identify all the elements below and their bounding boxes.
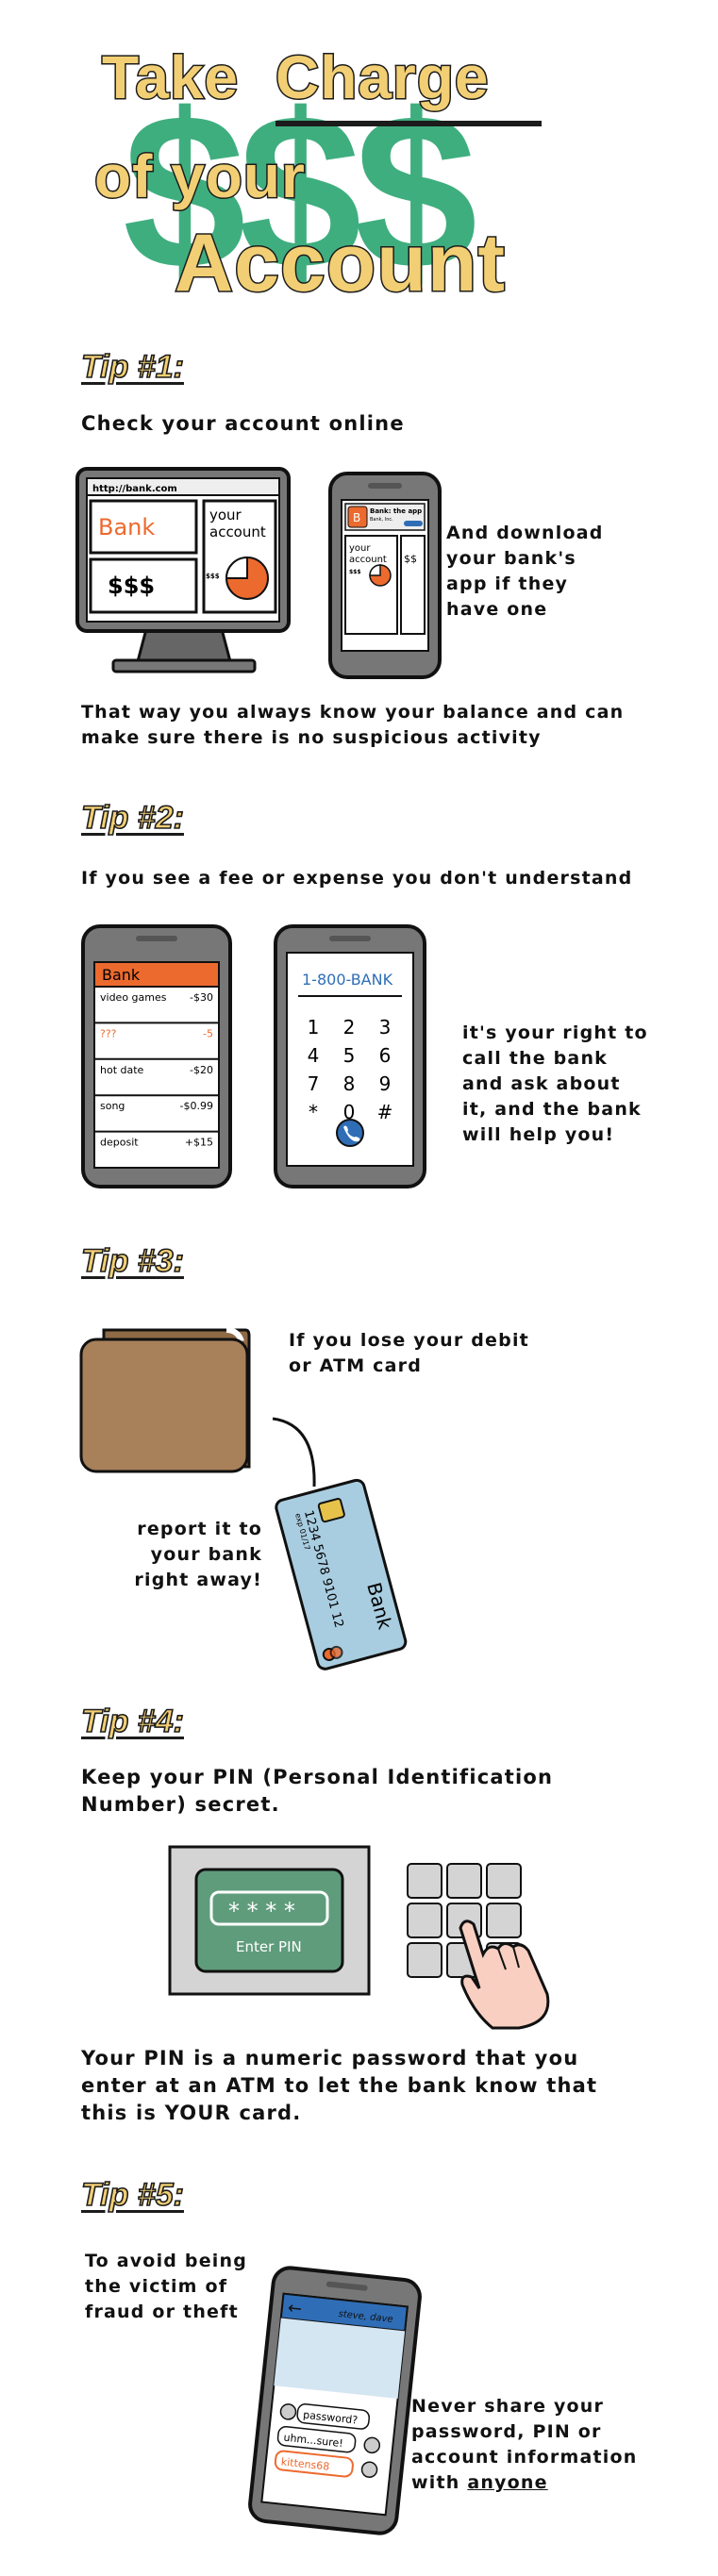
tip5-warning: Never share your password, PIN or accoun… xyxy=(411,2396,638,2493)
transaction-name: song xyxy=(100,1100,125,1112)
tip4-outro: Your PIN is a numeric password that you … xyxy=(81,2047,598,2124)
tip2-side-note: it's your right to call the bank and ask… xyxy=(462,1022,648,1145)
keypad-hand-illustration xyxy=(407,1863,550,2030)
app-icon-letter: B xyxy=(353,511,360,524)
title-charge: Charge xyxy=(275,42,490,113)
chat-phone-illustration: ← steve, dave password? uhm...sure! kitt… xyxy=(248,2266,422,2535)
tip2-intro: If you see a fee or expense you don't un… xyxy=(81,868,633,889)
transaction-amount: +$15 xyxy=(185,1137,213,1149)
emphasis-anyone: anyone xyxy=(467,2472,548,2493)
pin-label: Enter PIN xyxy=(236,1938,302,1955)
call-button xyxy=(336,1119,364,1147)
keypad-key[interactable]: 4 xyxy=(308,1044,320,1067)
app-title: Bank: the app xyxy=(370,507,422,515)
desktop-url: http://bank.com xyxy=(92,484,177,494)
title-account: Account xyxy=(174,217,507,310)
transaction-name: deposit xyxy=(100,1137,139,1149)
tip1-intro: Check your account online xyxy=(81,412,405,435)
back-arrow-icon: ← xyxy=(287,2298,303,2318)
transaction-name: video games xyxy=(100,991,167,1004)
keypad-key[interactable]: 8 xyxy=(343,1072,356,1095)
bank-card-illustration: 1234 5678 9101 12 exp 01/17 Bank xyxy=(275,1478,408,1670)
transaction-amount: -$0.99 xyxy=(180,1100,213,1112)
tip2-heading: Tip #2: xyxy=(80,799,185,837)
transactions-title: Bank xyxy=(102,966,141,984)
keypad-key[interactable]: 1 xyxy=(308,1016,320,1039)
desktop-panel-label-2: account xyxy=(209,524,266,540)
phone-transactions-illustration: Bank video games -$30??? -5 hot date -$20 son… xyxy=(81,924,232,1188)
tip3-report: report it to your bank right away! xyxy=(134,1519,262,1590)
pin-mask: * * * * xyxy=(228,1898,295,1924)
title-take: Take xyxy=(100,42,240,113)
transaction-name: hot date xyxy=(100,1064,144,1076)
desktop-balance: $$$ xyxy=(108,573,155,599)
svg-text:$$$: $$$ xyxy=(349,569,361,575)
wallet-illustration xyxy=(79,1327,251,1473)
tip5-heading: Tip #5: xyxy=(80,2176,185,2214)
tip1-heading: Tip #1: xyxy=(80,348,185,386)
title-underline xyxy=(276,121,542,126)
dialer-number: 1-800-BANK xyxy=(302,971,393,989)
tip3-heading: Tip #3: xyxy=(80,1242,185,1280)
phone-app-illustration: B Bank: the app Bank, Inc. your account … xyxy=(328,472,442,679)
keypad-key[interactable]: 9 xyxy=(379,1072,392,1095)
desktop-illustration: http://bank.com Bank your account $$$ $$… xyxy=(75,467,291,673)
keypad-key[interactable]: 2 xyxy=(343,1016,356,1039)
atm-screen-illustration: * * * * Enter PIN xyxy=(168,1845,371,1996)
tip4-intro: Keep your PIN (Personal Identification N… xyxy=(81,1766,554,1816)
tip5-intro: To avoid being the victim of fraud or th… xyxy=(85,2251,248,2322)
transaction-amount: -$20 xyxy=(190,1064,213,1076)
title-of-your: of your xyxy=(93,141,307,212)
tip4-heading: Tip #4: xyxy=(80,1703,185,1740)
keypad-key[interactable]: * xyxy=(309,1101,318,1123)
transaction-amount: -$30 xyxy=(190,991,213,1004)
desktop-panel-label-1: your xyxy=(209,507,242,524)
keypad-key[interactable]: 7 xyxy=(308,1072,320,1095)
app-balance: $$ xyxy=(404,553,417,565)
tip1-outro: That way you always know your balance an… xyxy=(81,702,625,748)
app-subtitle: Bank, Inc. xyxy=(370,517,393,523)
app-panel-label-2: account xyxy=(349,555,387,565)
keypad-key[interactable]: 3 xyxy=(379,1016,392,1039)
desktop-brand: Bank xyxy=(98,514,155,540)
keypad-key[interactable]: 5 xyxy=(343,1044,356,1067)
phone-dialer-illustration: 1-800-BANK 1 2 34 5 67 8 9* 0 # xyxy=(274,924,426,1188)
app-panel-label-1: your xyxy=(349,543,371,554)
keypad-key[interactable]: # xyxy=(377,1101,393,1123)
keypad-key[interactable]: 6 xyxy=(379,1044,392,1067)
transaction-name: ??? xyxy=(100,1027,117,1039)
tip3-lose-card: If you lose your debit or ATM card xyxy=(289,1330,529,1376)
tip1-side-note: And download your bank's app if they hav… xyxy=(446,523,604,620)
desktop-chart-label: $$$ xyxy=(206,573,220,580)
transaction-amount: -5 xyxy=(203,1027,213,1039)
